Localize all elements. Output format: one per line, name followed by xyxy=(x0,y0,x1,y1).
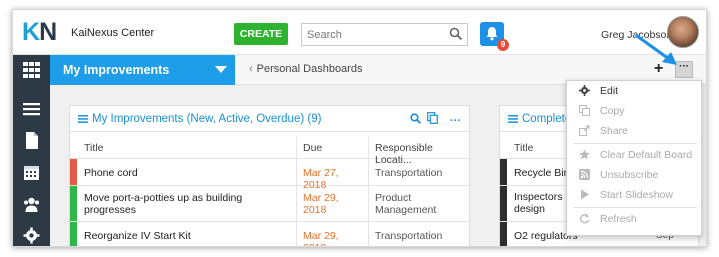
logo-letter-k: K xyxy=(22,18,40,46)
row-location: Transportation xyxy=(368,159,471,185)
app-window: KN KaiNexus Center CREATE 9 Greg Jacobso… xyxy=(12,9,707,247)
list-icon xyxy=(78,115,88,123)
menu-item-unsubscribe[interactable]: Unsubscribe xyxy=(567,166,701,184)
menu-divider xyxy=(573,143,697,144)
calendar-icon[interactable] xyxy=(23,164,40,181)
column-header-title[interactable]: Title xyxy=(508,137,539,158)
play-icon xyxy=(581,189,589,200)
star-icon xyxy=(579,149,590,160)
menu-item-label: Start Slideshow xyxy=(600,189,673,201)
annotation-arrow-icon xyxy=(635,34,677,65)
board-title: My Improvements xyxy=(63,63,170,77)
document-icon[interactable] xyxy=(23,132,40,149)
table-row[interactable]: Reorganize IV Start Kit Mar 29, 2018 Tra… xyxy=(70,222,471,246)
chevron-left-icon: ‹ xyxy=(249,63,253,75)
menu-item-edit[interactable]: Edit xyxy=(567,82,701,100)
settings-gear-icon[interactable] xyxy=(23,227,40,244)
panel-header: My Improvements (New, Active, Overdue) (… xyxy=(70,106,469,132)
menu-item-label: Unsubscribe xyxy=(600,169,659,181)
notification-count-badge: 9 xyxy=(497,39,509,51)
status-color-bar xyxy=(500,222,507,246)
menu-item-start-slideshow[interactable]: Start Slideshow xyxy=(567,186,701,204)
breadcrumb-label: Personal Dashboards xyxy=(256,63,363,75)
board-selector[interactable]: My Improvements xyxy=(50,55,235,85)
panel-more-icon[interactable]: ··· xyxy=(450,115,461,127)
kainexus-logo[interactable]: KN xyxy=(22,18,57,47)
grid-icon xyxy=(23,62,40,78)
improvements-table: Title Due Responsible Locati... Phone co… xyxy=(70,137,471,246)
menu-item-share[interactable]: Share xyxy=(567,122,701,140)
panel-title[interactable]: My Improvements (New, Active, Overdue) (… xyxy=(92,113,321,125)
copy-icon xyxy=(579,105,590,116)
table-row[interactable]: Phone cord Mar 27, 2018 Transportation xyxy=(70,159,471,191)
menu-item-label: Copy xyxy=(600,105,625,117)
people-icon[interactable] xyxy=(23,196,40,213)
status-color-bar xyxy=(500,159,507,185)
top-header: KN KaiNexus Center CREATE 9 Greg Jacobso… xyxy=(13,10,706,55)
rss-icon xyxy=(579,169,590,180)
app-title: KaiNexus Center xyxy=(71,27,155,39)
column-header-due[interactable]: Due xyxy=(296,137,368,158)
breadcrumb[interactable]: ‹ Personal Dashboards xyxy=(249,63,362,75)
menu-item-copy[interactable]: Copy xyxy=(567,102,701,120)
create-button[interactable]: CREATE xyxy=(234,23,288,45)
search-input[interactable] xyxy=(302,24,442,45)
menu-item-label: Clear Default Board xyxy=(600,149,693,161)
copy-icon[interactable] xyxy=(427,112,438,124)
menu-item-label: Edit xyxy=(600,85,619,97)
row-title[interactable]: Move port-a-potties up as building progr… xyxy=(78,186,296,221)
row-due-date: Mar 27, 2018 xyxy=(296,159,368,191)
menu-item-label: Refresh xyxy=(600,213,637,225)
row-due-date: Mar 29, 2018 xyxy=(296,222,368,246)
search-icon[interactable] xyxy=(410,113,421,124)
menu-item-label: Share xyxy=(600,125,629,137)
status-color-bar xyxy=(500,186,507,221)
list-icon xyxy=(508,115,518,123)
logo-letter-n: N xyxy=(39,18,57,46)
menu-item-refresh[interactable]: Refresh xyxy=(567,210,701,228)
menu-divider xyxy=(573,207,697,208)
search-box[interactable] xyxy=(301,23,468,46)
row-location: Product Management xyxy=(368,186,471,221)
menu-item-clear-default-board[interactable]: Clear Default Board xyxy=(567,146,701,164)
list-icon[interactable] xyxy=(23,101,40,118)
column-header-title[interactable]: Title xyxy=(78,137,296,158)
refresh-icon xyxy=(580,213,590,224)
row-location: Transportation xyxy=(368,222,471,246)
board-options-menu: Edit Copy Share Clear Default Board Unsu… xyxy=(566,80,702,236)
status-color-bar xyxy=(70,186,77,221)
row-title[interactable]: Phone cord xyxy=(78,159,296,185)
status-color-bar xyxy=(70,159,77,185)
share-icon xyxy=(579,125,590,136)
row-title[interactable]: Reorganize IV Start Kit xyxy=(78,222,296,246)
row-due-date: Mar 29, 2018 xyxy=(296,186,368,221)
my-improvements-panel: My Improvements (New, Active, Overdue) (… xyxy=(69,105,471,246)
column-header-location[interactable]: Responsible Locati... xyxy=(368,137,471,166)
status-color-bar xyxy=(70,222,77,246)
bell-icon xyxy=(486,27,498,41)
table-header-row: Title Due Responsible Locati... xyxy=(70,137,471,166)
table-row[interactable]: Move port-a-potties up as building progr… xyxy=(70,186,469,222)
apps-grid-button[interactable] xyxy=(13,55,50,85)
caret-down-icon xyxy=(215,66,227,73)
gear-icon xyxy=(579,85,590,96)
search-icon[interactable] xyxy=(449,27,463,41)
left-nav xyxy=(13,85,50,246)
